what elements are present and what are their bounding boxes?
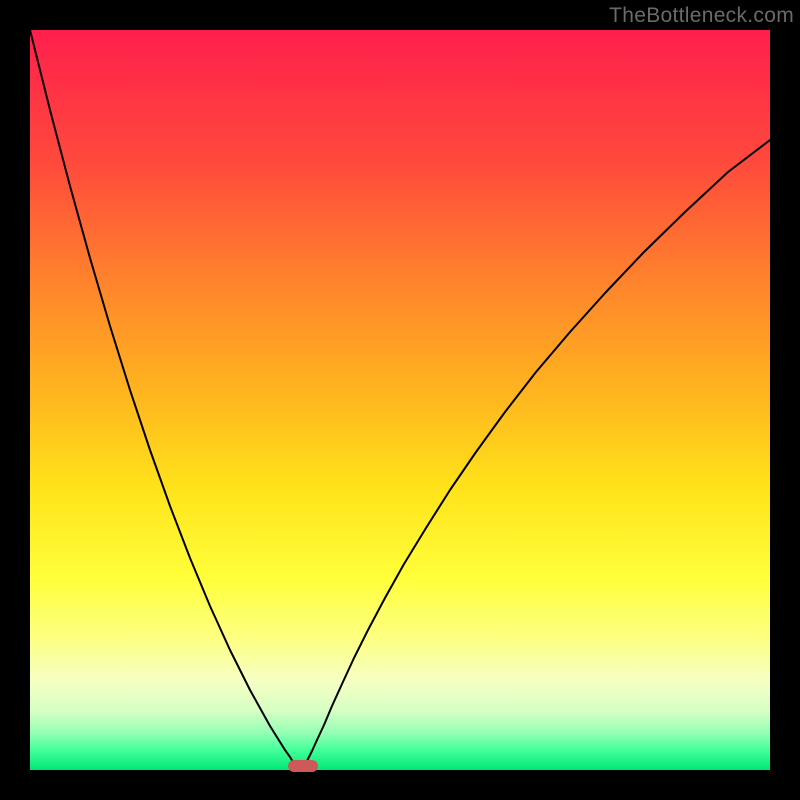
chart-frame: TheBottleneck.com bbox=[0, 0, 800, 800]
bottleneck-marker bbox=[288, 760, 318, 772]
bottleneck-curve bbox=[30, 30, 770, 770]
watermark-text: TheBottleneck.com bbox=[609, 4, 794, 28]
plot-area bbox=[30, 30, 770, 770]
